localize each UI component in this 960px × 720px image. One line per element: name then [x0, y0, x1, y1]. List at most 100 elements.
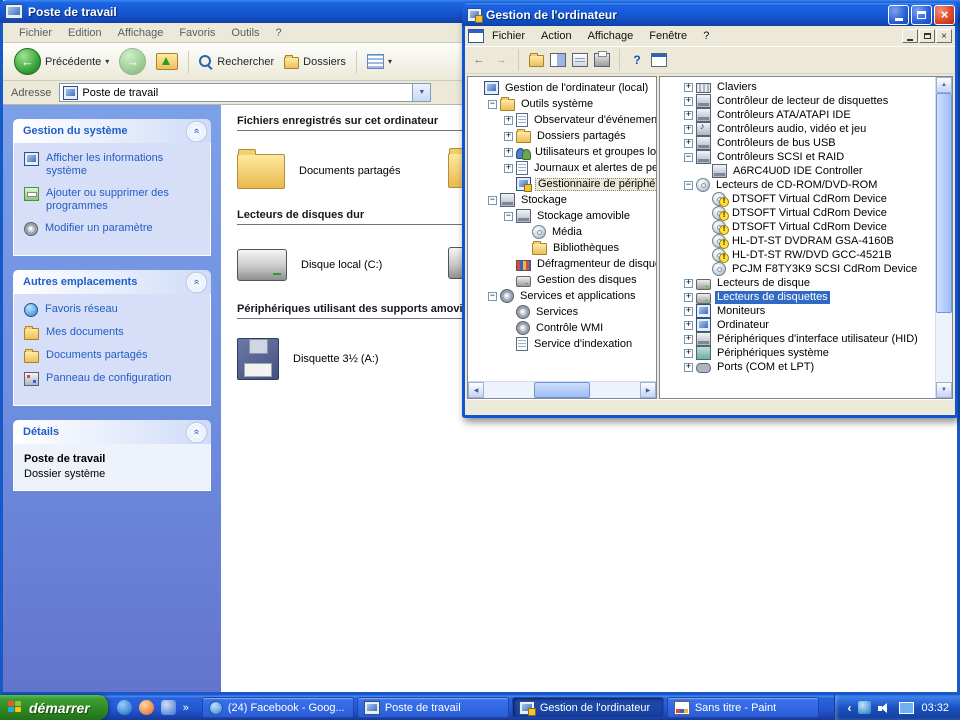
scroll-left-button[interactable]: ◀ [468, 382, 484, 398]
tree-item[interactable]: + Contrôleurs ATA/ATAPI IDE [666, 108, 935, 122]
up-button[interactable] [151, 46, 183, 78]
sidebar-panel-header[interactable]: Détails » [13, 420, 211, 444]
menu-outils[interactable]: Outils [223, 27, 267, 39]
scroll-up-button[interactable]: ▲ [936, 77, 952, 93]
address-input[interactable]: Poste de travail ▼ [59, 83, 432, 102]
app-quicklaunch-icon[interactable] [138, 700, 154, 715]
expand-toggle[interactable]: + [684, 82, 693, 92]
tree-item[interactable]: + Claviers [666, 80, 935, 94]
expand-toggle[interactable]: + [504, 147, 513, 157]
tree-item[interactable]: + Contrôleur de lecteur de disquettes [666, 94, 935, 108]
expand-toggle[interactable]: + [684, 110, 693, 120]
expand-toggle[interactable]: − [488, 99, 497, 109]
tree-item[interactable]: DTSOFT Virtual CdRom Device [666, 192, 935, 207]
network-icon[interactable] [899, 701, 915, 714]
start-button[interactable]: démarrer [0, 695, 108, 720]
expand-toggle[interactable]: − [684, 152, 693, 162]
vscroll-track[interactable] [936, 93, 952, 382]
file-item[interactable]: Disquette 3½ (A:) [237, 338, 379, 380]
tree-item[interactable]: Média [470, 224, 656, 240]
browser-quicklaunch-icon[interactable] [116, 700, 132, 715]
expand-toggle[interactable]: + [504, 131, 513, 141]
hscroll-thumb[interactable] [533, 382, 590, 398]
menu-fichier[interactable]: Fichier [11, 27, 60, 39]
tree-item[interactable]: − Contrôleurs SCSI et RAID [666, 150, 935, 164]
panel-chevron-icon[interactable]: » [187, 272, 206, 292]
action-window-button[interactable] [649, 50, 669, 70]
quicklaunch-overflow-chevron[interactable]: » [183, 702, 189, 714]
tree-item[interactable]: DTSOFT Virtual CdRom Device [666, 220, 935, 235]
gestion-title-bar[interactable]: Gestion de l'ordinateur × [462, 3, 958, 26]
menu-edition[interactable]: Edition [60, 27, 110, 39]
tree-item[interactable]: Gestionnaire de périphériques [470, 176, 656, 192]
panel-chevron-icon[interactable]: » [187, 121, 206, 141]
taskbar-button-sans-titre-paint[interactable]: Sans titre - Paint [666, 697, 819, 718]
tree-item[interactable]: + Ordinateur [666, 318, 935, 332]
menu-fen-tre[interactable]: Fenêtre [641, 30, 695, 42]
expand-toggle[interactable]: + [684, 124, 693, 134]
expand-toggle[interactable]: + [684, 334, 693, 344]
expand-toggle[interactable]: + [684, 306, 693, 316]
expand-toggle[interactable]: − [488, 291, 497, 301]
minimize-button[interactable] [888, 4, 909, 25]
tree-item[interactable]: Défragmenteur de disque [470, 256, 656, 272]
expand-toggle[interactable]: + [684, 320, 693, 330]
tree-item[interactable]: + Journaux et alertes de perfo [470, 160, 656, 176]
expand-toggle[interactable]: + [504, 115, 513, 125]
tree-item[interactable]: − Services et applications [470, 288, 656, 304]
file-item[interactable]: Documents partagés [237, 148, 401, 189]
tree-item[interactable]: + Lecteurs de disquettes [666, 290, 935, 304]
expand-toggle[interactable]: + [684, 278, 693, 288]
tree-item[interactable]: Gestion des disques [470, 272, 656, 288]
expand-toggle[interactable]: − [488, 195, 497, 205]
menu-action[interactable]: Action [533, 30, 580, 42]
tree-item[interactable]: HL-DT-ST RW/DVD GCC-4521B [666, 248, 935, 263]
expand-toggle[interactable]: − [504, 211, 513, 221]
sidebar-panel-header[interactable]: Gestion du système » [13, 119, 211, 143]
tree-item[interactable]: Bibliothèques [470, 240, 656, 256]
hide-icons-chevron[interactable]: ‹ [847, 701, 851, 715]
expand-toggle[interactable]: + [684, 348, 693, 358]
tree-item[interactable]: + Dossiers partagés [470, 128, 656, 144]
mdi-minimize-button[interactable] [902, 29, 918, 43]
views-button[interactable]: ▾ [362, 46, 397, 78]
tree-item[interactable]: PCJM F8TY3K9 SCSI CdRom Device [666, 262, 935, 276]
tree-item[interactable]: + Périphériques d'interface utilisateur (… [666, 332, 935, 346]
back-button[interactable]: ← Précédente ▾ [9, 46, 114, 78]
tree-item[interactable]: − Stockage amovible [470, 208, 656, 224]
tree-item[interactable]: Service d'indexation [470, 336, 656, 352]
tree-item[interactable]: − Stockage [470, 192, 656, 208]
tree-item[interactable]: DTSOFT Virtual CdRom Device [666, 206, 935, 221]
sidebar-link[interactable]: Favoris réseau [24, 303, 204, 317]
volume-icon[interactable] [878, 702, 892, 714]
tree-item[interactable]: + Contrôleurs de bus USB [666, 136, 935, 150]
horizontal-scrollbar[interactable]: ◀ ▶ [468, 381, 656, 398]
sidebar-link[interactable]: Modifier un paramètre [24, 222, 204, 236]
expand-toggle[interactable]: − [684, 180, 693, 190]
vertical-scrollbar[interactable]: ▲ ▼ [935, 77, 952, 398]
menu-favoris[interactable]: Favoris [171, 27, 223, 39]
tree-item[interactable]: − Outils système [470, 96, 656, 112]
tree-item[interactable]: + Contrôleurs audio, vidéo et jeu [666, 121, 935, 136]
tree-item[interactable]: HL-DT-ST DVDRAM GSA-4160B [666, 234, 935, 249]
scroll-right-button[interactable]: ▶ [640, 382, 656, 398]
sidebar-link[interactable]: Mes documents [24, 326, 204, 340]
show-console-tree-button[interactable] [548, 50, 568, 70]
sidebar-link[interactable]: Documents partagés [24, 349, 204, 363]
sidebar-link[interactable]: Ajouter ou supprimer des programmes [24, 187, 204, 213]
tree-item[interactable]: + Observateur d'événements [470, 112, 656, 128]
hscroll-track[interactable] [484, 382, 640, 398]
print-button[interactable] [592, 50, 612, 70]
sidebar-panel-header[interactable]: Autres emplacements » [13, 270, 211, 294]
expand-toggle[interactable]: + [504, 163, 513, 173]
nav-back-button[interactable]: ← [469, 50, 489, 70]
file-item[interactable]: Disque local (C:) [237, 249, 382, 281]
tree-item[interactable]: Contrôle WMI [470, 320, 656, 336]
taskbar-button-24-facebook-goog[interactable]: (24) Facebook - Goog... [201, 697, 354, 718]
taskbar-button-poste-de-travail[interactable]: Poste de travail [356, 697, 509, 718]
close-button[interactable]: × [934, 4, 955, 25]
up-level-button[interactable] [526, 50, 546, 70]
sidebar-link[interactable]: Afficher les informations système [24, 152, 204, 178]
menu-fichier[interactable]: Fichier [484, 30, 533, 42]
clock[interactable]: 03:32 [921, 702, 949, 714]
